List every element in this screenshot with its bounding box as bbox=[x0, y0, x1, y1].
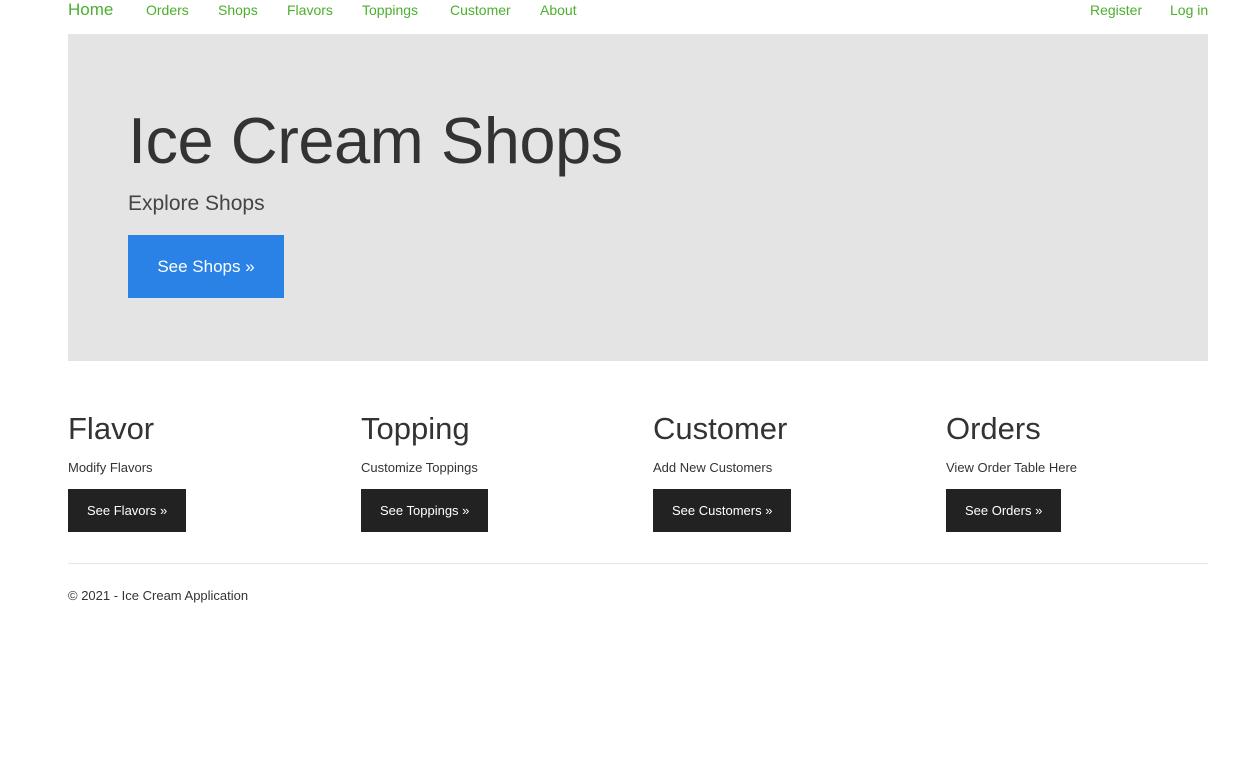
hero-title: Ice Cream Shops bbox=[128, 104, 623, 177]
top-navbar: Home Orders Shops Flavors Toppings Custo… bbox=[68, 0, 1208, 22]
footer-copyright: © 2021 - Ice Cream Application bbox=[68, 588, 249, 603]
see-orders-button[interactable]: See Orders » bbox=[946, 489, 1062, 532]
feature-title: Topping bbox=[361, 411, 470, 446]
nav-link-register[interactable]: Register bbox=[1090, 2, 1142, 18]
see-customers-button[interactable]: See Customers » bbox=[653, 489, 792, 532]
feature-title: Orders bbox=[946, 411, 1041, 446]
feature-description: View Order Table Here bbox=[946, 460, 1078, 475]
see-toppings-button[interactable]: See Toppings » bbox=[361, 489, 489, 532]
nav-link-shops[interactable]: Shops bbox=[218, 2, 258, 18]
nav-home-brand[interactable]: Home bbox=[68, 0, 113, 20]
nav-link-flavors[interactable]: Flavors bbox=[287, 2, 333, 18]
hero-jumbotron: Ice Cream Shops Explore Shops See Shops … bbox=[68, 34, 1208, 361]
feature-description: Modify Flavors bbox=[68, 460, 153, 475]
nav-link-login[interactable]: Log in bbox=[1170, 2, 1208, 18]
feature-description: Customize Toppings bbox=[361, 460, 478, 475]
see-shops-button[interactable]: See Shops » bbox=[128, 235, 284, 298]
footer-divider bbox=[68, 563, 1208, 564]
feature-title: Customer bbox=[653, 411, 788, 446]
hero-lead-text: Explore Shops bbox=[128, 192, 265, 215]
feature-description: Add New Customers bbox=[653, 460, 773, 475]
see-flavors-button[interactable]: See Flavors » bbox=[68, 489, 187, 532]
nav-link-customer[interactable]: Customer bbox=[450, 2, 511, 18]
feature-title: Flavor bbox=[68, 411, 155, 446]
nav-link-about[interactable]: About bbox=[540, 2, 577, 18]
nav-link-orders[interactable]: Orders bbox=[146, 2, 189, 18]
nav-link-toppings[interactable]: Toppings bbox=[362, 2, 418, 18]
